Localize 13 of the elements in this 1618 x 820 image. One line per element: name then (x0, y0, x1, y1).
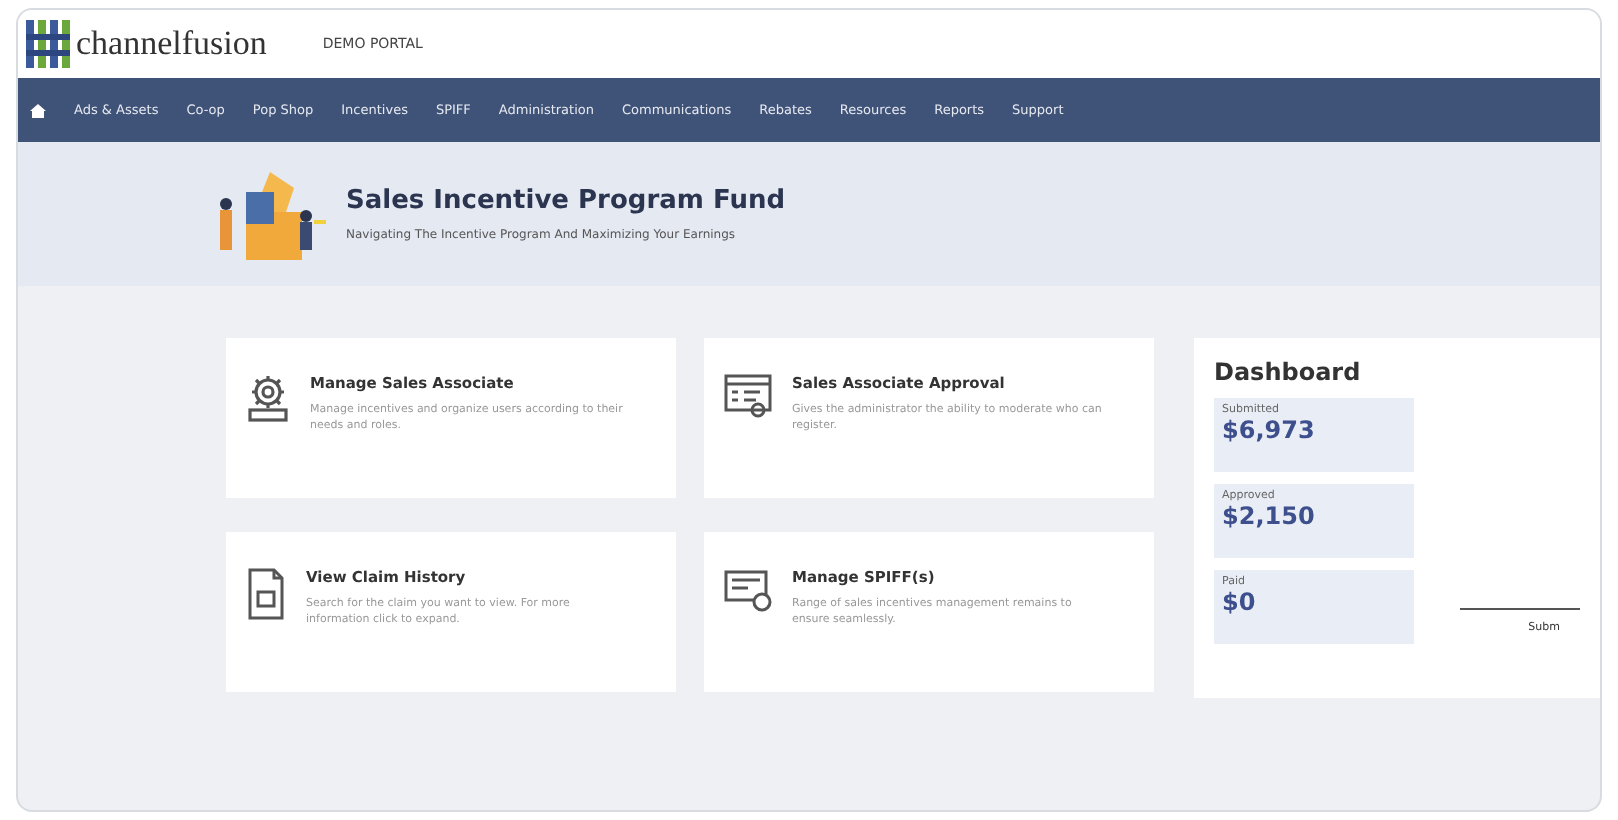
document-icon (246, 568, 286, 620)
chart-axis (1460, 608, 1580, 610)
form-icon (724, 374, 772, 418)
banner-title: Sales Incentive Program Fund (346, 186, 786, 216)
stat-value: $6,973 (1222, 416, 1317, 444)
logo-icon (26, 20, 70, 68)
monitor-icon (724, 568, 772, 612)
stat-value: $2,150 (1222, 502, 1317, 530)
stat-value: $0 (1222, 588, 1258, 616)
logo-text: channelfusion (76, 24, 267, 64)
gear-icon (246, 374, 290, 422)
dashboard-title: Dashboard (1214, 358, 1363, 386)
home-icon[interactable] (30, 103, 46, 117)
